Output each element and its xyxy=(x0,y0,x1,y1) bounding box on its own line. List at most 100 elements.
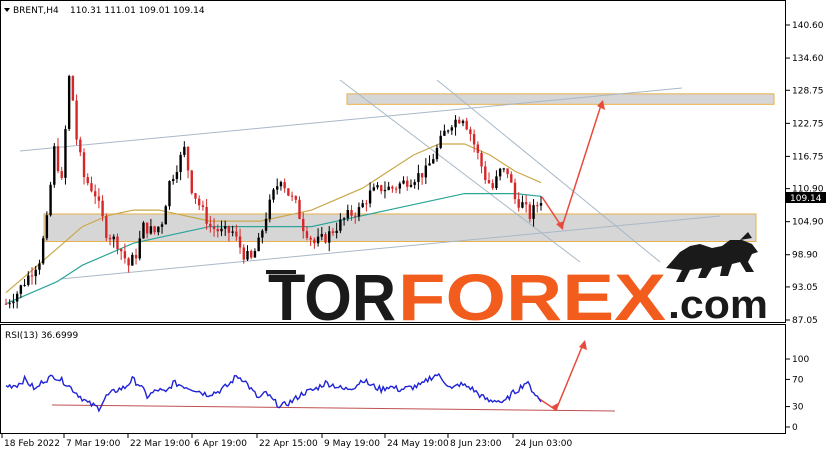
candle-body xyxy=(357,207,361,217)
candle-body xyxy=(261,230,264,238)
candle-body xyxy=(502,168,506,170)
candle-body xyxy=(302,218,305,232)
candle-body xyxy=(521,202,524,208)
candle-body xyxy=(394,188,398,190)
candle-body xyxy=(49,184,52,216)
candle-body xyxy=(101,200,104,217)
y-tick-label: 128.75 xyxy=(792,86,824,96)
candle-body xyxy=(428,163,431,166)
candle-body xyxy=(283,182,286,189)
candle-body xyxy=(145,222,149,234)
candle-body xyxy=(75,100,78,140)
candle-body xyxy=(60,171,63,178)
candle-body xyxy=(365,203,368,205)
candle-body xyxy=(38,263,41,270)
candle-body xyxy=(227,226,231,233)
x-tick-label: 24 May 19:00 xyxy=(387,439,449,449)
candle-body xyxy=(179,154,182,172)
candle-body xyxy=(194,193,197,199)
candle-body xyxy=(12,301,15,304)
candle-body xyxy=(376,185,379,188)
candle-body xyxy=(287,188,290,196)
candle-body xyxy=(205,207,208,224)
candle-body xyxy=(183,146,186,155)
candle-body xyxy=(539,203,543,206)
candle-body xyxy=(231,231,234,233)
watermark-tor: TOR xyxy=(268,260,396,334)
y-tick-label: 140.60 xyxy=(792,21,824,31)
candle-body xyxy=(272,189,275,200)
candle-body xyxy=(320,234,323,237)
candle-body xyxy=(112,236,115,240)
candle-body xyxy=(8,303,11,305)
candle-body xyxy=(190,170,193,194)
candle-body xyxy=(383,189,387,192)
candle-body xyxy=(90,183,93,192)
candle-body xyxy=(216,228,219,232)
candle-body xyxy=(335,230,338,234)
candle-body xyxy=(454,119,457,128)
candle-body xyxy=(450,127,454,131)
candle-body xyxy=(127,258,130,266)
candle-body xyxy=(309,237,312,240)
candle-body xyxy=(350,210,353,216)
candle-body xyxy=(458,119,461,124)
candle-body xyxy=(294,196,297,200)
candle-body xyxy=(34,269,37,277)
chart-canvas: 87.0593.0598.90104.90110.90116.75122.751… xyxy=(0,0,826,449)
candle-body xyxy=(209,223,212,227)
candle-body xyxy=(64,128,67,178)
x-tick-label: 8 Jun 23:00 xyxy=(450,439,502,449)
candle-body xyxy=(446,130,450,132)
candle-body xyxy=(197,198,201,206)
candle-body xyxy=(268,199,271,219)
rsi-tick-label: 0 xyxy=(792,423,798,433)
rsi-tick-label: 30 xyxy=(792,403,804,413)
candle-body xyxy=(53,146,56,185)
candle-body xyxy=(342,218,346,220)
x-tick-label: 7 Mar 19:00 xyxy=(66,439,121,449)
x-tick-label: 6 Apr 19:00 xyxy=(194,439,247,449)
candle-body xyxy=(242,247,245,260)
candle-body xyxy=(406,180,409,187)
candle-body xyxy=(461,120,465,124)
candle-body xyxy=(123,251,127,259)
rsi-tick-label: 70 xyxy=(792,375,804,385)
watermark-dotcom: .com xyxy=(668,283,768,327)
candle-body xyxy=(484,166,487,181)
candle-body xyxy=(290,195,294,197)
candle-body xyxy=(498,168,502,177)
candle-body xyxy=(476,144,480,153)
candle-body xyxy=(528,204,532,219)
candle-body xyxy=(339,219,342,231)
candle-body xyxy=(153,226,156,233)
candle-body xyxy=(331,231,335,234)
candle-body xyxy=(443,130,446,136)
candle-body xyxy=(517,199,520,208)
candle-body xyxy=(201,205,205,208)
symbol-label: BRENT,H4 xyxy=(13,6,59,16)
candle-body xyxy=(220,228,223,232)
candle-body xyxy=(238,236,242,248)
candle-body xyxy=(532,205,535,219)
candle-body xyxy=(524,202,528,205)
candle-body xyxy=(432,159,435,164)
rsi-y-axis: 0 30 70 100 xyxy=(786,355,809,433)
x-axis: 18 Feb 2022 7 Mar 19:00 22 Mar 19:00 6 Apr … xyxy=(1,434,572,449)
x-tick-label: 22 Mar 19:00 xyxy=(130,439,190,449)
candle-body xyxy=(495,176,498,189)
candle-body xyxy=(235,231,238,237)
candle-body xyxy=(250,250,253,258)
candle-body xyxy=(409,184,413,187)
candle-body xyxy=(424,165,428,178)
candle-body xyxy=(41,238,45,264)
candle-body xyxy=(86,177,89,184)
candle-body xyxy=(305,231,309,238)
candle-body xyxy=(71,76,75,101)
candle-body xyxy=(105,216,108,238)
candle-body xyxy=(79,139,82,153)
candle-body xyxy=(4,303,8,305)
candle-body xyxy=(328,231,331,243)
candle-body xyxy=(27,275,30,285)
candle-body xyxy=(391,186,394,189)
